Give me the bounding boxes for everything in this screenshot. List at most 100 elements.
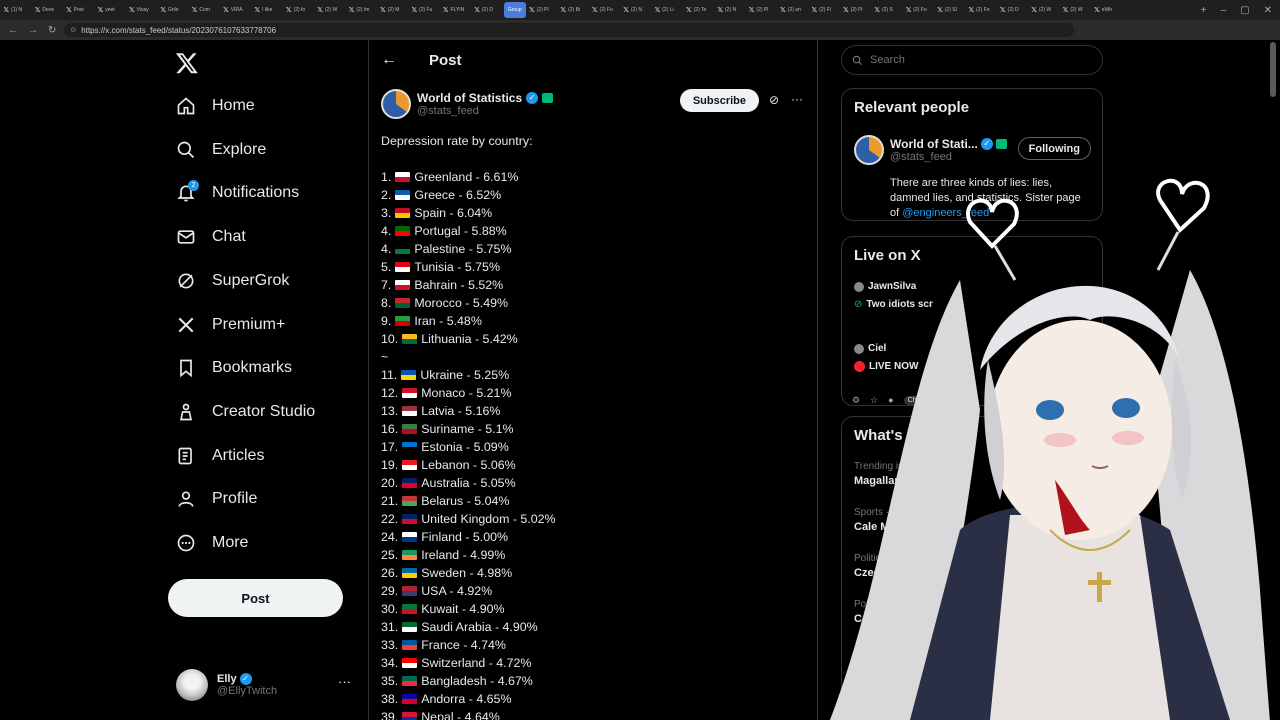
site-info-icon[interactable]: ⊙ bbox=[70, 26, 76, 34]
rank-number: 16. bbox=[381, 422, 399, 436]
browser-tab[interactable]: 𝕏 Post bbox=[64, 2, 94, 18]
relevant-user[interactable]: World of Stati... ✓ @stats_feed bbox=[854, 135, 1007, 165]
browser-tab[interactable]: 𝕏 (2) Fi bbox=[810, 2, 840, 18]
maximize-icon[interactable]: ▢ bbox=[1240, 5, 1249, 16]
browser-tab[interactable]: 𝕏 FLYIN bbox=[441, 2, 471, 18]
browser-tab[interactable]: 𝕏 (2) N bbox=[621, 2, 651, 18]
post-button[interactable]: Post bbox=[168, 579, 343, 617]
browser-tab[interactable]: 𝕏 (2) Pl bbox=[747, 2, 777, 18]
page-scrollbar[interactable] bbox=[1270, 42, 1276, 97]
list-item: 10. Lithuania - 5.42% bbox=[381, 330, 811, 348]
browser-tab[interactable]: 𝕏I like bbox=[253, 2, 283, 18]
tab-favicon-icon: 𝕏 bbox=[34, 7, 41, 14]
trend-context: Politi bbox=[854, 599, 876, 610]
back-arrow-icon[interactable]: ← bbox=[381, 51, 397, 69]
author-handle[interactable]: @stats_feed bbox=[417, 105, 553, 117]
browser-tab[interactable]: 𝕏 (2) Li bbox=[653, 2, 683, 18]
browser-tab[interactable]: 𝕏 (2) Pl bbox=[527, 2, 557, 18]
tab-favicon-icon: 𝕏 bbox=[874, 7, 880, 14]
author-name[interactable]: World of Statistics bbox=[417, 91, 522, 105]
nav-item-chat[interactable]: Chat bbox=[176, 222, 246, 252]
browser-tab[interactable]: 𝕏 (1) N bbox=[1, 2, 31, 18]
forward-icon[interactable]: → bbox=[28, 25, 38, 36]
nav-item-home[interactable]: Home bbox=[176, 91, 255, 121]
browser-tab[interactable]: 𝕏 (2) N bbox=[715, 2, 745, 18]
nav-item-bookmarks[interactable]: Bookmarks bbox=[176, 353, 292, 383]
tab-group-chip[interactable]: Group bbox=[503, 2, 526, 18]
browser-tab[interactable]: 𝕏 (2) D bbox=[472, 2, 502, 18]
browser-tab[interactable]: 𝕏 (2) W bbox=[315, 2, 345, 18]
browser-tab[interactable]: 𝕏 VIRA bbox=[221, 2, 251, 18]
browser-tab[interactable]: 𝕏 (2) W bbox=[1061, 2, 1091, 18]
nav-item-supergrok[interactable]: SuperGrok bbox=[176, 266, 289, 296]
account-switcher[interactable]: Elly ✓ @EllyTwitch ··· bbox=[176, 666, 356, 704]
more-dots-icon[interactable]: ··· bbox=[791, 92, 803, 106]
nav-item-explore[interactable]: Explore bbox=[176, 135, 266, 165]
browser-tab[interactable]: 𝕏 (2) Te bbox=[684, 2, 714, 18]
rank-number: 4. bbox=[381, 242, 392, 256]
browser-tab[interactable]: 𝕏 (2) Fo bbox=[590, 2, 620, 18]
browser-tab[interactable]: 𝕏 Deve bbox=[33, 2, 63, 18]
browser-tab[interactable]: 𝕏 (2) Im bbox=[347, 2, 377, 18]
browser-tab[interactable]: 𝕏yeet bbox=[96, 2, 126, 18]
browser-tab[interactable]: 𝕏 Visay bbox=[127, 2, 157, 18]
x-logo-icon[interactable] bbox=[175, 51, 199, 75]
country-rate: Greenland - 6.61% bbox=[414, 170, 519, 184]
back-icon[interactable]: ← bbox=[8, 25, 18, 36]
nav-item-premium[interactable]: Premium+ bbox=[176, 310, 285, 340]
live-item-1-host[interactable]: JawnSilva bbox=[854, 281, 916, 292]
browser-tab[interactable]: 𝕏 Grilo bbox=[158, 2, 188, 18]
browser-tab[interactable]: 𝕏 (2) S bbox=[872, 2, 902, 18]
nav-item-articles[interactable]: Articles bbox=[176, 441, 264, 471]
browser-tab[interactable]: 𝕏 Com bbox=[190, 2, 220, 18]
list-item: 26. Sweden - 4.98% bbox=[381, 564, 811, 582]
bio-link[interactable]: @engineers_feed bbox=[902, 207, 989, 219]
close-window-icon[interactable]: ✕ bbox=[1264, 5, 1272, 16]
browser-tab[interactable]: 𝕏 (2) an bbox=[778, 2, 808, 18]
nav-item-profile[interactable]: Profile bbox=[176, 484, 257, 514]
nav-item-creator-studio[interactable]: Creator Studio bbox=[176, 397, 315, 427]
grok-icon[interactable]: ⊘ bbox=[769, 93, 779, 107]
browser-tab[interactable]: 𝕏 (2) Fo bbox=[967, 2, 997, 18]
tab-title: (2) Fo bbox=[913, 7, 927, 13]
trend-title[interactable]: Czech bbox=[854, 567, 886, 579]
trend-title[interactable]: Cale Mak bbox=[854, 521, 902, 533]
nav-item-more[interactable]: More bbox=[176, 528, 248, 558]
browser-tab[interactable]: 𝕏 (2) Sl bbox=[935, 2, 965, 18]
list-item: 3. Spain - 6.04% bbox=[381, 204, 811, 222]
live-item-1-title-row[interactable]: ⊘ Two idiots scr bbox=[854, 299, 933, 310]
browser-tab[interactable]: 𝕏 (2) W bbox=[1029, 2, 1059, 18]
browser-tab[interactable]: 𝕏 (2) Fo bbox=[904, 2, 934, 18]
trend-title[interactable]: Magallane bbox=[854, 475, 907, 487]
live-item-2-title-row[interactable]: LIVE NOW bbox=[854, 361, 918, 372]
browser-tab[interactable]: 𝕏 (2) D bbox=[998, 2, 1028, 18]
country-rate: Kuwait - 4.90% bbox=[421, 602, 505, 616]
browser-tab[interactable]: 𝕏 (2) fo bbox=[284, 2, 314, 18]
browser-tab[interactable]: 𝕏 (2) M bbox=[378, 2, 408, 18]
nav-item-notifications[interactable]: 2 Notifications bbox=[176, 178, 299, 208]
browser-tab[interactable]: 𝕏eWh bbox=[1092, 2, 1122, 18]
subscribe-button[interactable]: Subscribe bbox=[679, 89, 759, 112]
live-item-2-host[interactable]: Ciel bbox=[854, 343, 886, 354]
browser-tab[interactable]: 𝕏 (2) Pi bbox=[841, 2, 871, 18]
ranking-list: 1. Greenland - 6.61% 2. Greece - 6.52% 3. … bbox=[381, 168, 811, 720]
rank-number: 4. bbox=[381, 224, 392, 238]
rank-number: 21. bbox=[381, 494, 399, 508]
search-input[interactable]: Search bbox=[841, 45, 1103, 75]
following-button[interactable]: Following bbox=[1017, 137, 1091, 160]
country-rate: Spain - 6.04% bbox=[414, 206, 493, 220]
more-circle-icon bbox=[177, 534, 195, 552]
affiliate-badge-icon bbox=[542, 93, 554, 103]
browser-tab[interactable]: 𝕏 (2) Bi bbox=[558, 2, 588, 18]
browser-tab[interactable]: 𝕏 (2) Fu bbox=[409, 2, 439, 18]
tab-favicon-icon: 𝕏 bbox=[285, 7, 292, 14]
new-tab-icon[interactable]: + bbox=[1201, 5, 1207, 16]
nav-item-label: Premium+ bbox=[212, 315, 286, 333]
tab-favicon-icon: 𝕏 bbox=[474, 7, 480, 14]
reload-icon[interactable]: ↻ bbox=[48, 25, 56, 36]
url-field[interactable]: ⊙ https://x.com/stats_feed/status/202307… bbox=[64, 23, 1075, 37]
minimize-icon[interactable]: – bbox=[1221, 5, 1227, 16]
more-dots-icon[interactable]: ··· bbox=[338, 674, 351, 689]
trend-title[interactable]: Cat bbox=[854, 613, 872, 625]
author-avatar[interactable] bbox=[381, 89, 411, 119]
